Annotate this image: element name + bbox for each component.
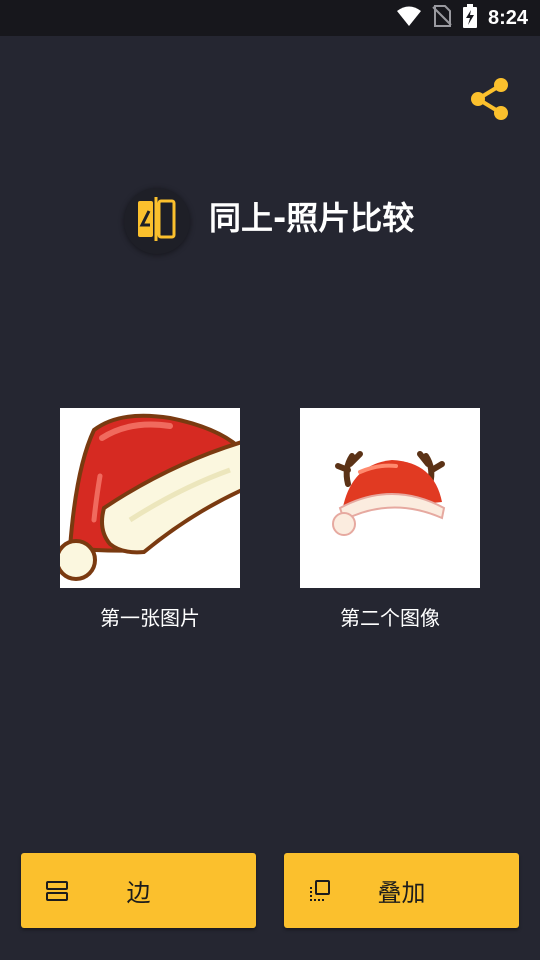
share-button[interactable] [466,76,514,126]
overlay-label: 叠加 [377,879,426,907]
second-image-tile[interactable] [300,408,480,588]
overlay-button[interactable]: 叠加 [284,853,519,928]
share-icon [468,75,512,127]
santa-hat-image [60,413,240,581]
side-by-side-label: 边 [126,879,151,907]
status-time: 8:24 [487,6,528,29]
second-image-label: 第二个图像 [340,606,440,630]
battery-charging-icon [462,4,478,32]
side-by-side-button[interactable]: 边 [21,853,256,928]
app-title: 同上-照片比较 [209,199,415,237]
wifi-icon [396,5,422,31]
first-image-tile[interactable] [60,408,240,588]
no-sim-icon [432,5,452,31]
status-bar: 8:24 [0,0,540,36]
status-icons: 8:24 [396,0,528,36]
antler-santa-hat-image [332,451,446,536]
app-logo [124,188,190,254]
compare-logo-icon [137,197,177,245]
first-image-label: 第一张图片 [100,606,200,630]
